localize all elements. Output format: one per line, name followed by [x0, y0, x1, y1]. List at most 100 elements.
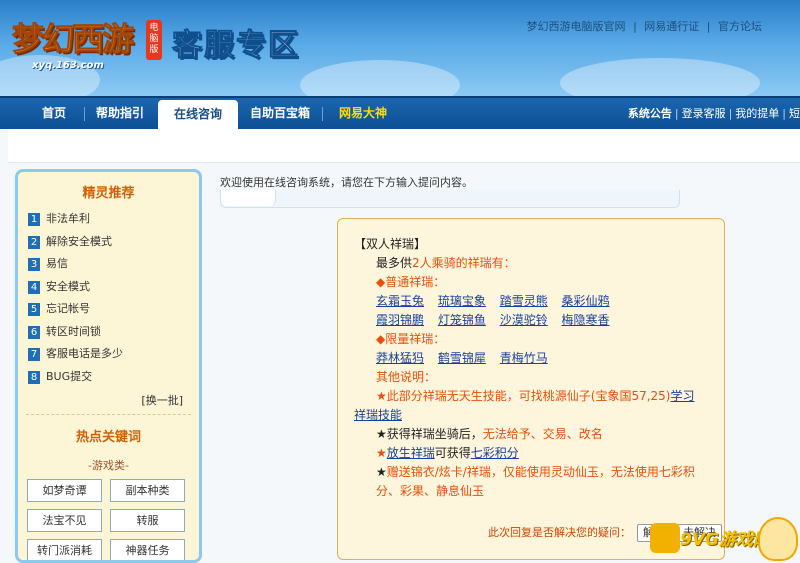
- keyword-button[interactable]: 法宝不见: [27, 509, 102, 532]
- item-number: 3: [28, 257, 40, 271]
- normal-pets-row: 霞羽锦鹏 灯笼锦鱼 沙漠驼铃 梅隐寒香: [354, 311, 710, 330]
- sidebar-item-label: 易信: [46, 257, 68, 270]
- welcome-text: 欢迎使用在线咨询系统，请您在下方输入提问内容。: [220, 176, 473, 189]
- sidebar-item-label: 解除安全模式: [46, 235, 112, 248]
- pet-link[interactable]: 琉璃宝象: [438, 294, 486, 308]
- limited-pets-row: 莽林猛犸 鹤雪锦犀 青梅竹马: [354, 349, 710, 368]
- keyword-category: -游戏类-: [88, 459, 129, 472]
- site-header: 梦幻西游 电脑版 xyq.163.com 客服专区 梦幻西游电脑版官网 | 网易…: [0, 0, 800, 96]
- system-notice-link[interactable]: 系统公告: [628, 107, 672, 120]
- keyword-button[interactable]: 神器任务: [110, 539, 185, 560]
- pet-link[interactable]: 灯笼锦鱼: [438, 313, 486, 327]
- sidebar-item[interactable]: 4 安全模式: [28, 278, 90, 296]
- star-icon: ★: [376, 389, 387, 403]
- nav-right-links: 系统公告 | 登录客服 | 我的提单 | 短: [627, 107, 800, 120]
- sidebar-item[interactable]: 2 解除安全模式: [28, 233, 112, 251]
- note-line-cont: 祥瑞技能: [354, 406, 710, 425]
- release-link[interactable]: 放生祥瑞: [387, 446, 435, 460]
- sidebar-item-label: 非法牟利: [46, 212, 90, 225]
- item-number: 2: [28, 235, 40, 249]
- chat-tab-strip: [220, 190, 680, 208]
- tab-online-consult[interactable]: 在线咨询: [158, 100, 238, 131]
- sidebar-title: 精灵推荐: [82, 186, 135, 201]
- keyword-button[interactable]: 如梦奇谭: [27, 479, 102, 502]
- logo-text: 梦幻西游: [11, 20, 134, 59]
- forum-link[interactable]: 官方论坛: [718, 20, 762, 33]
- skill-link[interactable]: 祥瑞技能: [354, 408, 402, 422]
- note-line: ★此部分祥瑞无天生技能，可找桃源仙子(宝象国57,25)学习: [376, 389, 695, 403]
- tab-home[interactable]: 首页: [28, 98, 80, 129]
- item-number: 4: [28, 280, 40, 294]
- logo-badge: 电脑版: [146, 20, 162, 60]
- divider: [26, 414, 191, 415]
- pet-link[interactable]: 沙漠驼铃: [500, 313, 548, 327]
- pet-link[interactable]: 霞羽锦鹏: [376, 313, 424, 327]
- refresh-batch-link[interactable]: [换一批]: [141, 392, 183, 408]
- points-link[interactable]: 七彩积分: [471, 446, 519, 460]
- official-site-link[interactable]: 梦幻西游电脑版官网: [527, 20, 626, 33]
- sidebar-item[interactable]: 8 BUG提交: [28, 368, 92, 386]
- netease-pass-link[interactable]: 网易通行证: [644, 20, 699, 33]
- limited-label: ◆限量祥瑞：: [376, 332, 446, 346]
- note-line: ★赠送锦衣/炫卡/祥瑞，仅能使用灵动仙玉，无法使用七彩积分、彩果、静息仙玉: [376, 465, 695, 498]
- note-line: ★放生祥瑞可获得七彩积分: [376, 446, 519, 460]
- cloud-decoration: [300, 60, 460, 96]
- pet-link[interactable]: 桑彩仙鸦: [562, 294, 610, 308]
- pet-link[interactable]: 踏雪灵熊: [500, 294, 548, 308]
- star-icon: ★: [376, 446, 387, 460]
- sub-bar: [8, 129, 800, 163]
- feedback-question: 此次回复是否解决您的疑问：: [488, 526, 631, 539]
- page-title: 客服专区: [172, 28, 300, 64]
- login-cs-link[interactable]: 登录客服: [682, 107, 726, 120]
- learn-link[interactable]: 学习: [670, 389, 694, 403]
- my-tickets-link[interactable]: 我的提单: [735, 107, 779, 120]
- keyword-button[interactable]: 副本种类: [110, 479, 185, 502]
- sidebar: 精灵推荐 1 非法牟利 2 解除安全模式 3 易信 4 安全模式 5 忘记帐号 6 转区时间…: [15, 169, 202, 563]
- item-number: 5: [28, 302, 40, 316]
- normal-label: ◆普通祥瑞：: [376, 275, 446, 289]
- normal-pets-row: 玄霜玉兔 琉璃宝象 踏雪灵熊 桑彩仙鸦: [354, 292, 710, 311]
- other-label: 其他说明：: [376, 370, 437, 384]
- tab-netease-dashen[interactable]: 网易大神: [330, 98, 396, 129]
- keyword-button[interactable]: 转服: [110, 509, 185, 532]
- watermark-logo-icon: [650, 523, 680, 553]
- sms-link[interactable]: 短: [789, 107, 800, 120]
- main-nav: 首页 帮助指引 在线咨询 自助百宝箱 网易大神 系统公告 | 登录客服 | 我的提单 | 短: [0, 96, 800, 131]
- star-icon: ★: [376, 465, 387, 479]
- top-links: 梦幻西游电脑版官网 | 网易通行证 | 官方论坛: [526, 20, 762, 33]
- sidebar-item-label: BUG提交: [46, 370, 93, 383]
- cloud-decoration: [560, 58, 760, 96]
- item-number: 7: [28, 347, 40, 361]
- sidebar-item-label: 忘记帐号: [46, 302, 90, 315]
- answer-panel: 【双人祥瑞】 最多供2人乘骑的祥瑞有： ◆普通祥瑞： 玄霜玉兔 琉璃宝象 踏雪灵…: [337, 218, 725, 560]
- answer-line: 最多供2人乘骑的祥瑞有：: [376, 256, 516, 270]
- tab-self-service[interactable]: 自助百宝箱: [244, 98, 316, 129]
- watermark-text: 9VG游戏网: [680, 530, 770, 550]
- sidebar-item-label: 转区时间锁: [46, 325, 101, 338]
- pet-link[interactable]: 玄霜玉兔: [376, 294, 424, 308]
- sidebar-item[interactable]: 6 转区时间锁: [28, 323, 101, 341]
- game-logo[interactable]: 梦幻西游 电脑版 xyq.163.com: [11, 6, 167, 76]
- chat-tab[interactable]: [221, 190, 276, 206]
- nav-divider: [84, 107, 85, 121]
- watermark: 9VG游戏网: [650, 515, 800, 563]
- pet-link[interactable]: 莽林猛犸: [376, 351, 424, 365]
- answer-content: 【双人祥瑞】 最多供2人乘骑的祥瑞有： ◆普通祥瑞： 玄霜玉兔 琉璃宝象 踏雪灵…: [354, 235, 710, 501]
- sidebar-item[interactable]: 5 忘记帐号: [28, 300, 90, 318]
- logo-url: xyq.163.com: [32, 60, 104, 71]
- mascot-icon: [758, 517, 798, 561]
- pet-link[interactable]: 梅隐寒香: [562, 313, 610, 327]
- hot-keywords-title: 热点关键词: [75, 430, 141, 445]
- pet-link[interactable]: 青梅竹马: [500, 351, 548, 365]
- tab-help[interactable]: 帮助指引: [88, 98, 152, 129]
- item-number: 1: [28, 212, 40, 226]
- sidebar-item[interactable]: 3 易信: [28, 255, 68, 273]
- pet-link[interactable]: 鹤雪锦犀: [438, 351, 486, 365]
- note-line: ★获得祥瑞坐骑后，无法给予、交易、改名: [376, 427, 603, 441]
- item-number: 8: [28, 370, 40, 384]
- star-icon: ★: [376, 427, 387, 441]
- nav-divider: [322, 107, 323, 121]
- sidebar-item[interactable]: 1 非法牟利: [28, 210, 90, 228]
- sidebar-item[interactable]: 7 客服电话是多少: [28, 345, 123, 363]
- keyword-button[interactable]: 转门派消耗: [27, 539, 102, 560]
